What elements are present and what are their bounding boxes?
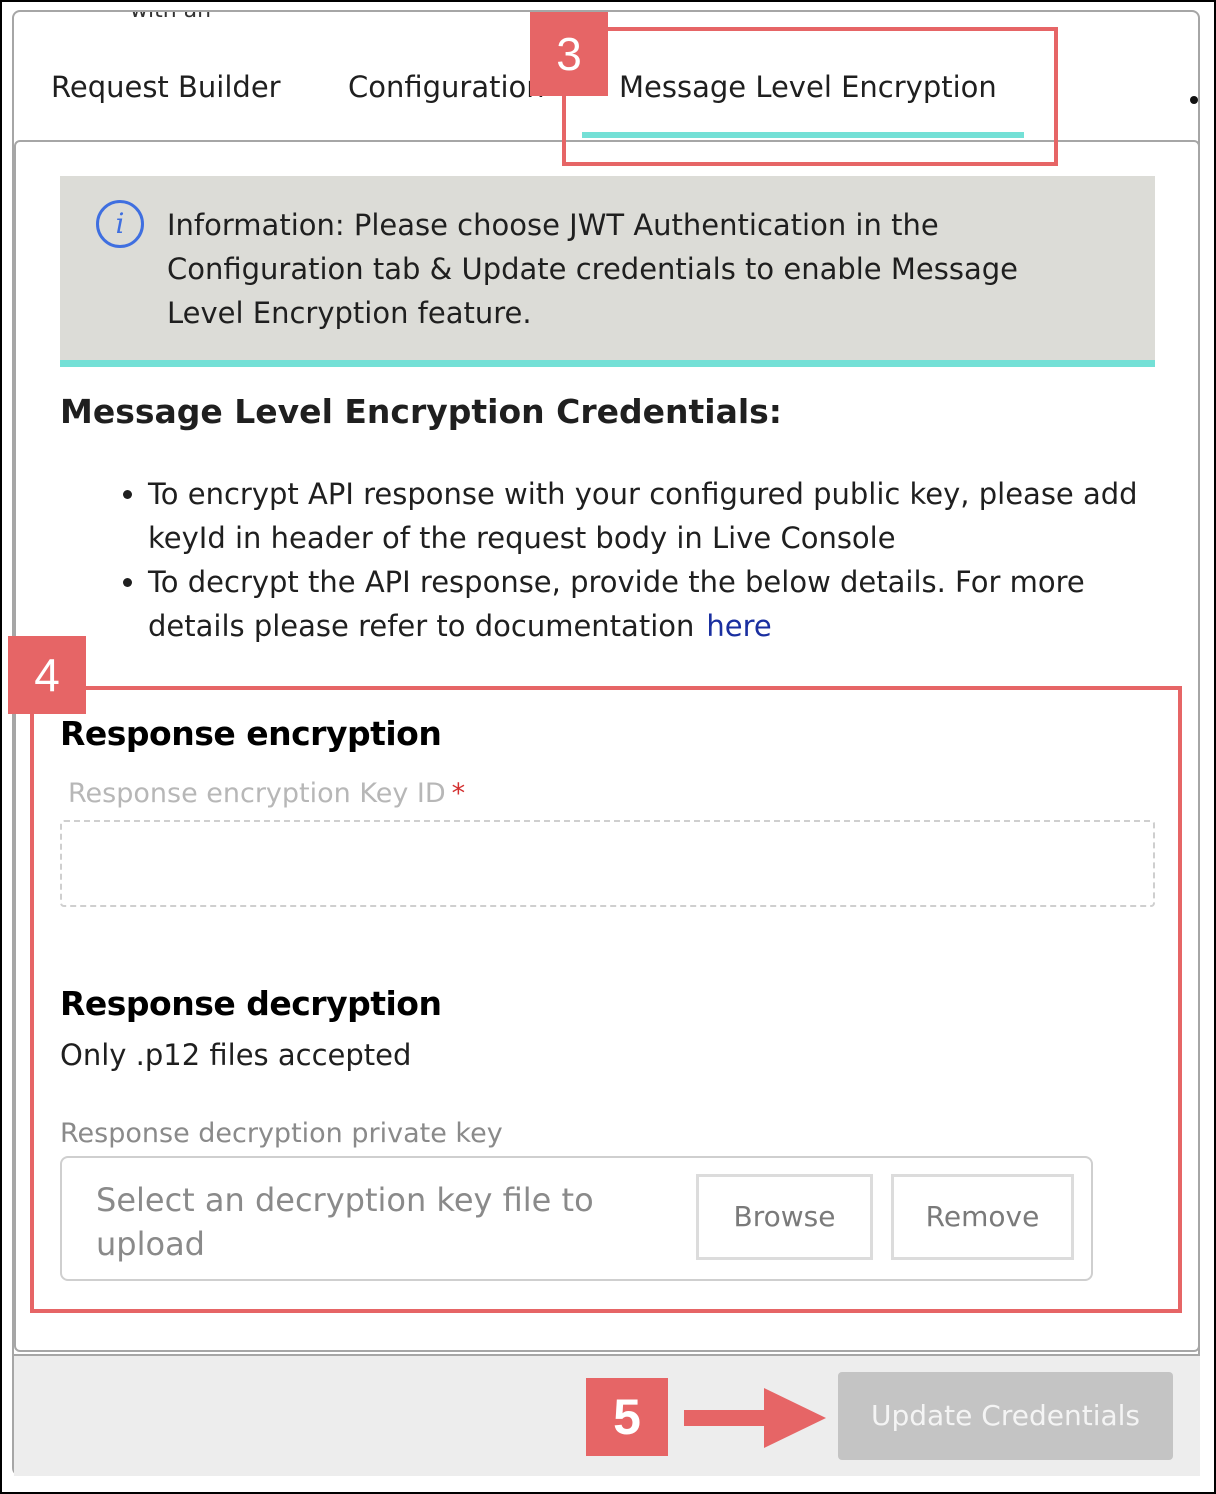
bullet-encrypt: To encrypt API response with your config…	[148, 472, 1148, 560]
callout-box-tab	[562, 27, 1058, 166]
credentials-bullets: To encrypt API response with your config…	[118, 472, 1148, 648]
bullet-decrypt: To decrypt the API response, provide the…	[148, 560, 1148, 648]
tab-configuration[interactable]: Configuration	[348, 70, 544, 104]
callout-arrow-icon	[764, 1388, 826, 1448]
documentation-link[interactable]: here	[706, 609, 771, 643]
info-text: Information: Please choose JWT Authentic…	[167, 208, 1018, 330]
tab-request-builder[interactable]: Request Builder	[51, 70, 281, 104]
update-credentials-button[interactable]: Update Credentials	[838, 1372, 1173, 1460]
credentials-title: Message Level Encryption Credentials:	[60, 392, 782, 431]
callout-badge-3: 3	[530, 12, 608, 96]
callout-box-form	[30, 686, 1182, 1313]
cut-off-text: with an	[130, 10, 212, 23]
callout-badge-5: 5	[586, 1378, 668, 1456]
callout-badge-4: 4	[8, 636, 86, 714]
info-icon: i	[96, 200, 144, 248]
more-tabs-icon[interactable]	[1190, 96, 1198, 104]
info-banner-accent	[60, 360, 1155, 367]
